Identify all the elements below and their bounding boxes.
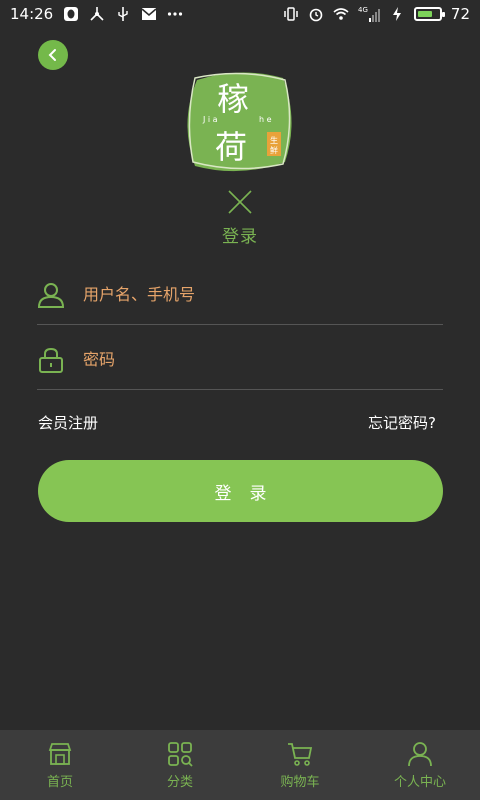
network-label: 4G [358,6,368,14]
logo-char-bottom: 荷 [215,128,247,166]
nav-label-category: 分类 [166,774,193,790]
nav-item-home[interactable]: 首页 [0,730,120,800]
username-field-row [37,265,443,325]
lock-icon [39,347,63,373]
status-bar: 14:26 4G 72 [0,0,480,28]
battery-icon [413,7,445,21]
charging-icon [392,7,401,21]
password-input[interactable] [83,350,423,369]
logo-badge-2: 鲜 [270,145,278,155]
mail-icon [141,8,157,20]
nav-item-profile[interactable]: 个人中心 [360,730,480,800]
username-input[interactable] [83,285,423,304]
user-icon [408,741,432,766]
more-icon [168,12,183,16]
forgot-password-link[interactable]: 忘记密码? [368,412,436,433]
nav-label-profile: 个人中心 [393,774,446,790]
brand-logo: 稼 J i a h e 荷 生 鲜 [183,70,297,174]
nav-item-cart[interactable]: 购物车 [240,730,360,800]
status-time: 14:26 [10,5,54,23]
wifi-icon [333,8,349,20]
nav-label-home: 首页 [46,774,73,790]
nav-label-cart: 购物车 [280,774,320,790]
password-field-row [37,330,443,390]
usb-icon [118,7,128,21]
qq-icon [64,7,79,21]
alarm-icon [309,8,323,22]
close-icon[interactable] [226,188,254,216]
chevron-left-icon [48,49,56,61]
logo-char-top: 稼 [217,80,249,118]
signal-icon: 4G [358,6,380,22]
category-icon [168,741,193,767]
login-button[interactable]: 登录 [38,460,443,522]
cart-icon [288,742,313,766]
share-icon [90,7,104,21]
vibrate-icon [284,7,298,21]
user-icon [37,282,65,308]
logo-pinyin-right: h e [259,115,272,124]
page-title: 登录 [222,227,258,247]
bottom-nav: 首页 分类 购物车 个人中心 [0,730,480,800]
back-button[interactable] [38,40,68,70]
logo-pinyin-left: J i a [202,115,218,124]
battery-level: 72 [450,5,470,23]
nav-item-category[interactable]: 分类 [120,730,240,800]
store-icon [48,742,72,765]
register-link[interactable]: 会员注册 [38,412,98,433]
auth-links: 会员注册 忘记密码? [38,412,436,433]
logo-badge-1: 生 [270,135,278,145]
